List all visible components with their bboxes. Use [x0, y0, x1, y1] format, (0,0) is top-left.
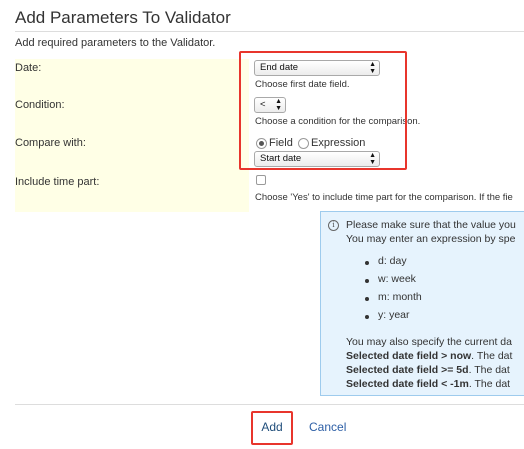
condition-help: Choose a condition for the comparison.	[255, 116, 421, 127]
add-button[interactable]: Add	[254, 415, 290, 439]
cancel-button[interactable]: Cancel	[309, 415, 346, 439]
date-label: Date:	[15, 62, 42, 74]
compare-field-label: Field	[269, 137, 293, 149]
info-bullet: y: year	[378, 309, 410, 321]
date-select-value: End date	[260, 62, 299, 73]
info-bullet: m: month	[378, 291, 422, 303]
date-select[interactable]: End date ▲ ▼	[254, 60, 380, 76]
condition-select[interactable]: < ▲ ▼	[254, 97, 286, 113]
dialog-description: Add required parameters to the Validator…	[15, 37, 216, 49]
compare-expression-label: Expression	[311, 137, 366, 149]
date-help: Choose first date field.	[255, 79, 350, 90]
info-bullet: w: week	[378, 273, 416, 285]
compare-field-select[interactable]: Start date ▲ ▼	[254, 151, 380, 167]
info-line-2: You may enter an expression by spe	[346, 233, 516, 245]
info-line-1: Please make sure that the value you	[346, 219, 516, 231]
time-part-label: Include time part:	[15, 176, 100, 188]
select-arrows-icon: ▲ ▼	[369, 152, 376, 166]
info-example: Selected date field > now. The dat	[346, 350, 513, 362]
time-part-checkbox[interactable]	[256, 175, 266, 185]
info-panel: i Please make sure that the value you Yo…	[320, 211, 524, 396]
info-bullet: d: day	[378, 255, 407, 267]
info-icon: i	[328, 220, 339, 231]
compare-label: Compare with:	[15, 137, 86, 149]
compare-field-radio[interactable]	[256, 138, 267, 149]
select-arrows-icon: ▲ ▼	[275, 98, 282, 112]
label-column	[15, 59, 249, 212]
time-part-help: Choose 'Yes' to include time part for th…	[255, 192, 513, 203]
dialog-title: Add Parameters To Validator	[15, 8, 231, 27]
info-example: Selected date field < -1m. The dat	[346, 378, 511, 390]
compare-field-select-value: Start date	[260, 153, 302, 164]
bullet-icon	[365, 297, 369, 301]
footer-divider	[15, 404, 524, 405]
condition-label: Condition:	[15, 99, 65, 111]
info-example: Selected date field >= 5d. The dat	[346, 364, 510, 376]
title-divider	[15, 31, 524, 32]
condition-select-value: <	[260, 99, 266, 110]
bullet-icon	[365, 315, 369, 319]
select-arrows-icon: ▲ ▼	[369, 61, 376, 75]
bullet-icon	[365, 279, 369, 283]
bullet-icon	[365, 261, 369, 265]
info-line-3: You may also specify the current da	[346, 336, 512, 348]
compare-expression-radio[interactable]	[298, 138, 309, 149]
